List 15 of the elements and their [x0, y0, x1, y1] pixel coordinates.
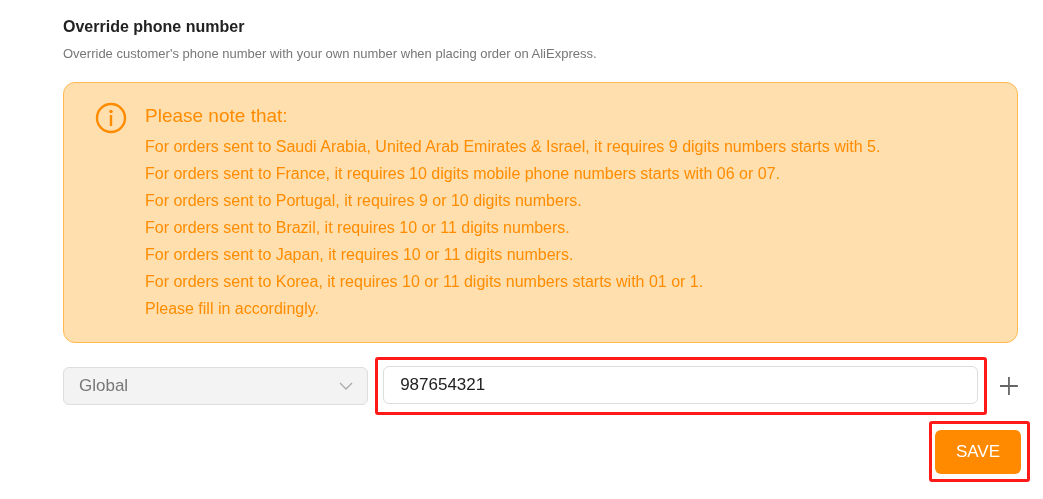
notice-line: For orders sent to France, it requires 10 digits mobile phone numbers starts with 06 or 07.: [145, 164, 781, 184]
notice-line: For orders sent to Brazil, it requires 10 or 11 digits numbers.: [145, 218, 571, 238]
section-title: Override phone number: [63, 17, 246, 37]
notice-line: Please fill in accordingly.: [145, 299, 320, 319]
info-icon: [95, 102, 127, 134]
notice-heading: Please note that:: [145, 104, 289, 128]
notice-line: For orders sent to Portugal, it requires 9 or 10 digits numbers.: [145, 191, 583, 211]
notice-line: For orders sent to Japan, it requires 10 or 11 digits numbers.: [145, 245, 575, 265]
notice-line: For orders sent to Korea, it requires 10 or 11 digits numbers starts with 01 or 1.: [145, 272, 705, 292]
save-button[interactable]: SAVE: [935, 430, 1021, 474]
plus-icon[interactable]: [1000, 377, 1018, 395]
section-description: Override customer's phone number with your own number when placing order on AliExpress.: [63, 46, 598, 61]
chevron-down-icon: [339, 382, 354, 390]
notice-line: For orders sent to Saudi Arabia, United Arab Emirates & Israel, it requires 9 digits numbers starts with 5.: [145, 137, 881, 157]
phone-input-field[interactable]: 987654321: [383, 366, 979, 404]
